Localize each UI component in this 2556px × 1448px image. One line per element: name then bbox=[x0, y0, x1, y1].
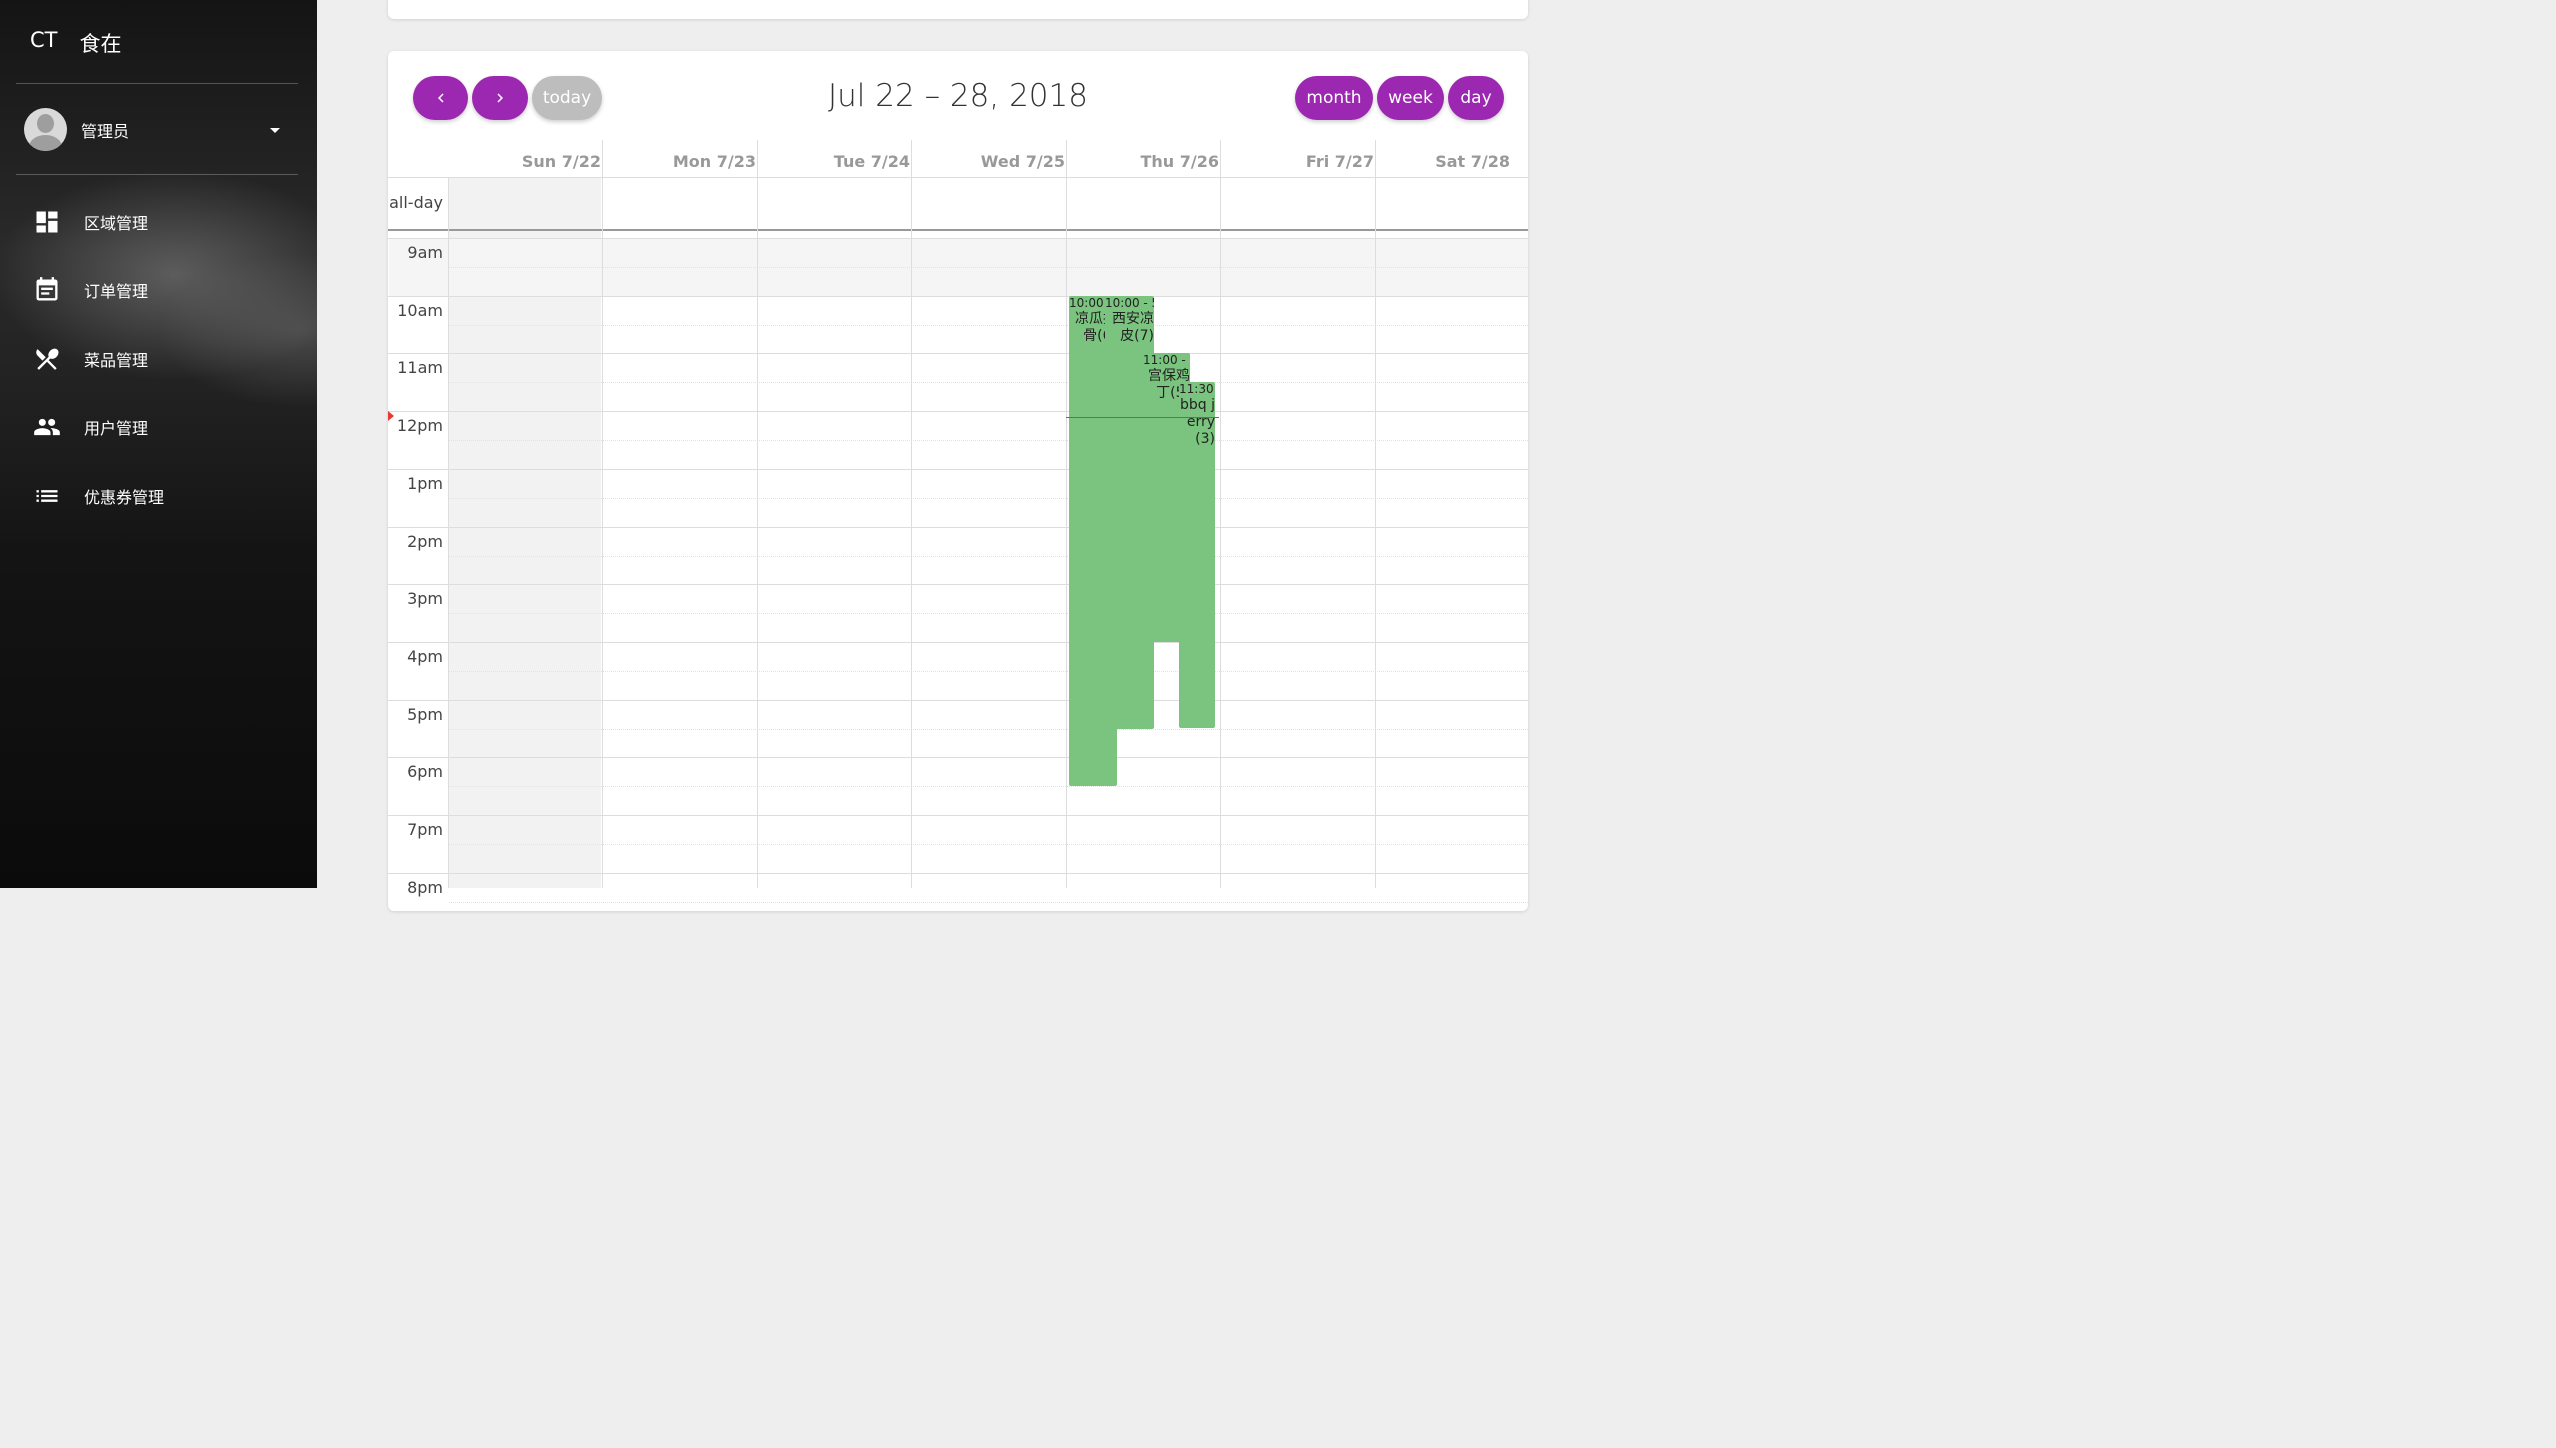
sidebar-item-area[interactable]: 区域管理 bbox=[33, 206, 148, 238]
time-label: 8pm bbox=[407, 878, 443, 897]
calendar-event[interactable]: 11:30 - 5bbq jerry(3) bbox=[1179, 382, 1215, 728]
sidebar-item-label: 优惠券管理 bbox=[84, 488, 165, 507]
hour-line bbox=[388, 469, 1528, 470]
event-title: bbq jerry(3) bbox=[1180, 396, 1215, 447]
half-hour-line bbox=[449, 786, 1528, 787]
time-label: 11am bbox=[397, 358, 443, 377]
now-indicator-arrow bbox=[388, 411, 394, 421]
event-title: 西安凉皮(7) bbox=[1112, 310, 1154, 344]
day-header: Wed 7/25 bbox=[980, 152, 1065, 171]
user-menu[interactable]: 管理员 bbox=[24, 108, 129, 151]
divider bbox=[16, 174, 298, 175]
hour-line bbox=[388, 642, 1528, 643]
event-time: 11:30 - 5 bbox=[1179, 382, 1215, 396]
header-divider bbox=[388, 177, 1528, 178]
sidebar-item-coupons[interactable]: 优惠券管理 bbox=[33, 480, 164, 512]
time-label: 5pm bbox=[407, 705, 443, 724]
hour-line bbox=[388, 700, 1528, 701]
time-label: 12pm bbox=[396, 416, 443, 435]
time-label: 3pm bbox=[407, 589, 443, 608]
half-hour-line bbox=[449, 498, 1528, 499]
sidebar-item-label: 订单管理 bbox=[84, 282, 149, 301]
people-icon bbox=[34, 418, 60, 436]
half-hour-line bbox=[449, 382, 1528, 383]
sidebar-item-label: 用户管理 bbox=[84, 419, 149, 438]
column-divider bbox=[448, 177, 449, 888]
half-hour-line bbox=[449, 844, 1528, 845]
column-divider bbox=[911, 140, 912, 888]
time-label: 2pm bbox=[407, 532, 443, 551]
half-hour-line bbox=[449, 440, 1528, 441]
hour-line bbox=[388, 238, 1528, 239]
top-panel bbox=[388, 0, 1528, 19]
day-header: Fri 7/27 bbox=[1305, 152, 1374, 171]
day-header: Thu 7/26 bbox=[1140, 152, 1219, 171]
view-month-button[interactable]: month bbox=[1295, 76, 1373, 120]
time-label: 9am bbox=[407, 243, 443, 262]
hour-line bbox=[388, 757, 1528, 758]
day-header: Sat 7/28 bbox=[1435, 152, 1510, 171]
hour-line bbox=[388, 296, 1528, 297]
now-indicator-line bbox=[1066, 417, 1219, 418]
allday-divider bbox=[388, 229, 1528, 231]
brand-name: 食在 bbox=[79, 32, 122, 56]
time-label: 7pm bbox=[407, 820, 443, 839]
half-hour-line bbox=[449, 267, 1528, 268]
view-week-button[interactable]: week bbox=[1377, 76, 1444, 120]
allday-label: all-day bbox=[389, 193, 443, 212]
hour-line bbox=[388, 815, 1528, 816]
sidebar-item-orders[interactable]: 订单管理 bbox=[33, 274, 148, 306]
time-label: 6pm bbox=[407, 762, 443, 781]
brand-short: CT bbox=[30, 28, 58, 52]
avatar bbox=[24, 108, 67, 151]
sidebar-item-users[interactable]: 用户管理 bbox=[33, 411, 148, 443]
view-day-button[interactable]: day bbox=[1448, 76, 1504, 120]
event-time: 11:00 - 4 bbox=[1143, 353, 1190, 367]
hour-line bbox=[388, 873, 1528, 874]
sidebar: CT 食在 管理员 区域管理 订单管理 菜品管理 用户管理 优惠券管理 bbox=[0, 0, 317, 888]
column-divider bbox=[1066, 140, 1067, 888]
half-hour-line bbox=[449, 902, 1528, 903]
column-divider bbox=[757, 140, 758, 888]
brand-logo[interactable]: CT 食在 bbox=[30, 28, 122, 58]
user-name: 管理员 bbox=[81, 121, 130, 141]
divider bbox=[16, 83, 298, 84]
column-divider bbox=[1220, 140, 1221, 888]
time-label: 4pm bbox=[407, 647, 443, 666]
hour-line bbox=[388, 527, 1528, 528]
day-header: Mon 7/23 bbox=[672, 152, 756, 171]
hour-line bbox=[388, 411, 1528, 412]
column-divider bbox=[1375, 140, 1376, 888]
hour-line bbox=[388, 584, 1528, 585]
sidebar-item-label: 菜品管理 bbox=[84, 351, 149, 370]
day-header: Tue 7/24 bbox=[833, 152, 910, 171]
half-hour-line bbox=[449, 613, 1528, 614]
time-label: 1pm bbox=[407, 474, 443, 493]
time-label: 10am bbox=[397, 301, 443, 320]
utensils-icon bbox=[36, 348, 59, 370]
sidebar-item-dishes[interactable]: 菜品管理 bbox=[33, 343, 148, 375]
day-header: Sun 7/22 bbox=[521, 152, 601, 171]
half-hour-line bbox=[449, 556, 1528, 557]
half-hour-line bbox=[449, 671, 1528, 672]
calendar-icon bbox=[36, 277, 58, 301]
hour-line bbox=[388, 353, 1528, 354]
half-hour-line bbox=[449, 325, 1528, 326]
column-divider bbox=[602, 140, 603, 888]
sidebar-item-label: 区域管理 bbox=[84, 214, 149, 233]
dashboard-icon bbox=[36, 211, 58, 233]
caret-down-icon[interactable] bbox=[270, 128, 280, 133]
event-time: 10:00 - 5 bbox=[1105, 296, 1154, 310]
half-hour-line bbox=[449, 729, 1528, 730]
list-icon bbox=[36, 490, 58, 502]
